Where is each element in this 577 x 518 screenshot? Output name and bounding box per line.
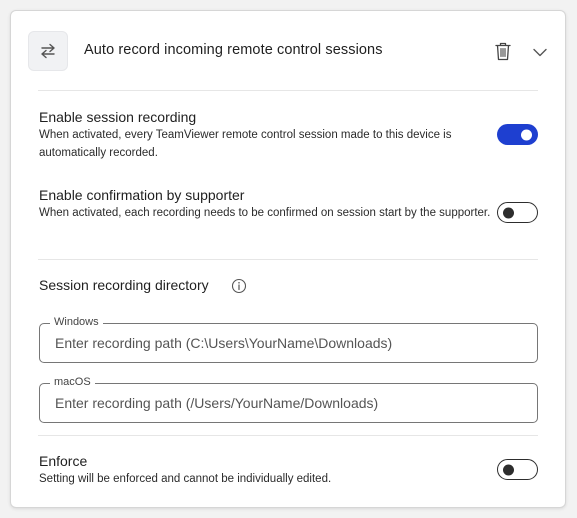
policy-header[interactable]: Auto record incoming remote control sess… [11,11,565,91]
enforce-description: Setting will be enforced and cannot be i… [39,473,332,485]
macos-path-field[interactable]: macOS [39,376,538,423]
session-recording-toggle[interactable] [497,124,538,145]
info-icon[interactable] [231,278,247,294]
chevron-down-icon[interactable] [529,41,551,63]
confirmation-title: Enable confirmation by supporter [39,187,245,203]
policy-card: Auto record incoming remote control sess… [10,10,566,508]
confirmation-toggle[interactable] [497,202,538,223]
confirmation-description: When activated, each recording needs to … [39,207,491,219]
toggle-knob [503,464,514,475]
windows-path-field[interactable]: Windows [39,316,538,363]
section-divider [38,259,538,260]
section-divider [38,435,538,436]
trash-icon[interactable] [492,39,514,63]
toggle-knob [521,129,532,140]
enforce-title: Enforce [39,453,88,469]
swap-arrows-icon [28,31,68,71]
directory-title: Session recording directory [39,277,209,293]
policy-title: Auto record incoming remote control sess… [84,42,383,58]
macos-path-input[interactable] [55,384,525,422]
session-recording-description: When activated, every TeamViewer remote … [39,129,452,159]
windows-path-input[interactable] [55,324,525,362]
enforce-toggle[interactable] [497,459,538,480]
header-divider [38,90,538,91]
toggle-knob [503,207,514,218]
session-recording-title: Enable session recording [39,109,197,125]
